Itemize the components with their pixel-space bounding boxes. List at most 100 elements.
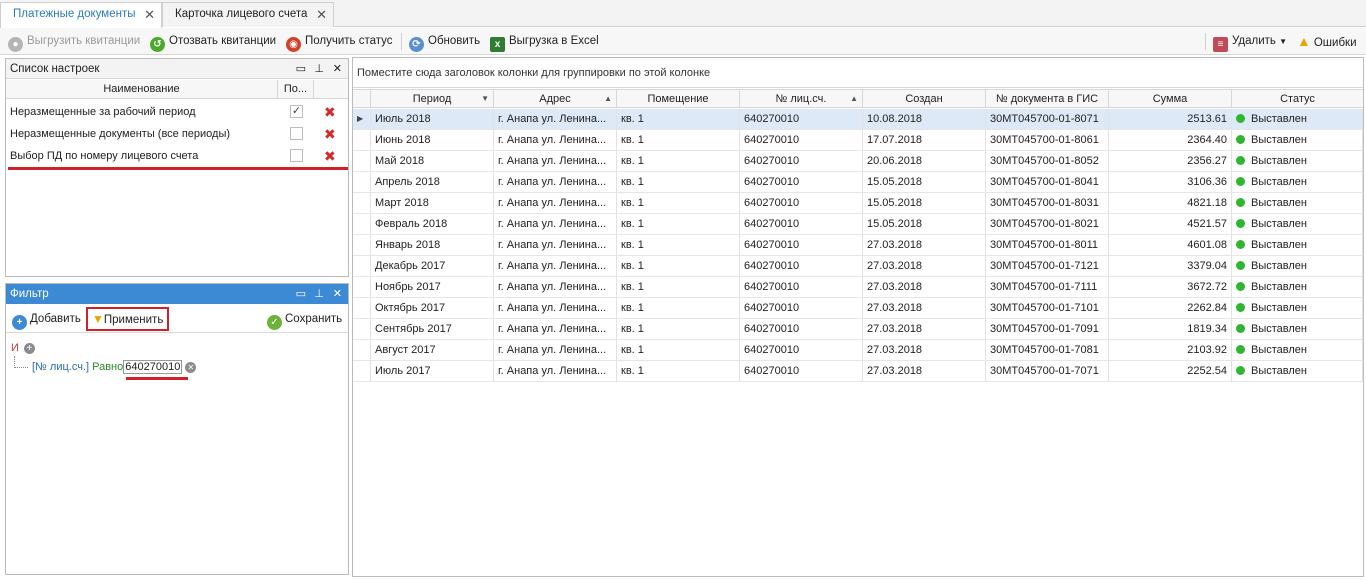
cell-created[interactable]: 27.03.2018 <box>863 361 986 381</box>
column-header-status[interactable]: Статус <box>1232 90 1363 108</box>
cell-address[interactable]: г. Анапа ул. Ленина... <box>494 298 617 318</box>
cell-gis-doc[interactable]: 30МТ045700-01-7101 <box>986 298 1109 318</box>
cell-account[interactable]: 640270010 <box>740 130 863 150</box>
cell-status[interactable]: Выставлен <box>1232 298 1363 318</box>
tab-account-card[interactable]: Карточка лицевого счета ✕ <box>162 2 334 27</box>
cell-status[interactable]: Выставлен <box>1232 172 1363 192</box>
delete-icon[interactable]: ✖ <box>324 145 336 167</box>
table-row[interactable]: Октябрь 2017 г. Анапа ул. Ленина... кв. 16… <box>353 298 1363 319</box>
table-row[interactable]: Ноябрь 2017 г. Анапа ул. Ленина... кв. 1 64… <box>353 277 1363 298</box>
cell-account[interactable]: 640270010 <box>740 256 863 276</box>
filter-field[interactable]: [№ лиц.сч.] <box>32 361 89 373</box>
column-header-account[interactable]: № лиц.сч. ▲ <box>740 90 863 108</box>
cell-account[interactable]: 640270010 <box>740 151 863 171</box>
cell-created[interactable]: 15.05.2018 <box>863 214 986 234</box>
cell-room[interactable]: кв. 1 <box>617 214 740 234</box>
filter-value[interactable]: 640270010 <box>123 360 183 374</box>
cell-status[interactable]: Выставлен <box>1232 109 1363 129</box>
setting-checkbox[interactable] <box>290 149 303 162</box>
column-header-room[interactable]: Помещение <box>617 90 740 108</box>
cell-room[interactable]: кв. 1 <box>617 340 740 360</box>
table-row[interactable]: Май 2018 г. Анапа ул. Ленина... кв. 1 64027… <box>353 151 1363 172</box>
close-icon[interactable]: ✕ <box>144 3 155 26</box>
cell-sum[interactable]: 2356.27 <box>1109 151 1232 171</box>
close-icon[interactable]: ✕ <box>316 3 327 26</box>
cell-sum[interactable]: 3379.04 <box>1109 256 1232 276</box>
cell-room[interactable]: кв. 1 <box>617 130 740 150</box>
cell-created[interactable]: 15.05.2018 <box>863 193 986 213</box>
table-row[interactable]: Февраль 2018 г. Анапа ул. Ленина... кв. 16… <box>353 214 1363 235</box>
cell-account[interactable]: 640270010 <box>740 361 863 381</box>
cell-gis-doc[interactable]: 30МТ045700-01-8031 <box>986 193 1109 213</box>
cell-gis-doc[interactable]: 30МТ045700-01-7121 <box>986 256 1109 276</box>
cell-period[interactable]: Апрель 2018 <box>371 172 494 192</box>
cell-account[interactable]: 640270010 <box>740 277 863 297</box>
table-row[interactable]: ▶ Июль 2018 г. Анапа ул. Ленина... кв. 1 640… <box>353 109 1363 130</box>
cell-room[interactable]: кв. 1 <box>617 172 740 192</box>
cell-gis-doc[interactable]: 30МТ045700-01-7081 <box>986 340 1109 360</box>
add-condition-icon[interactable]: + <box>23 343 35 354</box>
column-header-address[interactable]: Адрес ▲ <box>494 90 617 108</box>
cell-created[interactable]: 27.03.2018 <box>863 319 986 339</box>
table-row[interactable]: Январь 2018 г. Анапа ул. Ленина... кв. 1 64… <box>353 235 1363 256</box>
cell-gis-doc[interactable]: 30МТ045700-01-8021 <box>986 214 1109 234</box>
cell-address[interactable]: г. Анапа ул. Ленина... <box>494 256 617 276</box>
cell-address[interactable]: г. Анапа ул. Ленина... <box>494 340 617 360</box>
filter-group-operator[interactable]: И + <box>11 342 35 354</box>
maximize-icon[interactable]: ▭ <box>296 59 306 79</box>
maximize-icon[interactable]: ▭ <box>296 284 306 304</box>
delete-icon[interactable]: ✖ <box>324 101 336 123</box>
cell-room[interactable]: кв. 1 <box>617 235 740 255</box>
cell-created[interactable]: 27.03.2018 <box>863 340 986 360</box>
column-header-sum[interactable]: Сумма <box>1109 90 1232 108</box>
cell-status[interactable]: Выставлен <box>1232 214 1363 234</box>
cell-period[interactable]: Декабрь 2017 <box>371 256 494 276</box>
cell-account[interactable]: 640270010 <box>740 109 863 129</box>
cell-gis-doc[interactable]: 30МТ045700-01-7111 <box>986 277 1109 297</box>
pin-icon[interactable]: ⊥ <box>314 284 324 304</box>
cell-period[interactable]: Сентябрь 2017 <box>371 319 494 339</box>
filter-operator[interactable]: Равно <box>92 361 123 373</box>
cell-gis-doc[interactable]: 30МТ045700-01-7091 <box>986 319 1109 339</box>
apply-filter-button[interactable]: ▼Применить <box>86 307 170 331</box>
cell-account[interactable]: 640270010 <box>740 214 863 234</box>
cell-sum[interactable]: 2103.92 <box>1109 340 1232 360</box>
cell-account[interactable]: 640270010 <box>740 172 863 192</box>
cell-status[interactable]: Выставлен <box>1232 130 1363 150</box>
cell-sum[interactable]: 3106.36 <box>1109 172 1232 192</box>
cell-period[interactable]: Март 2018 <box>371 193 494 213</box>
tab-payment-documents[interactable]: Платежные документы ✕ <box>0 2 162 28</box>
recall-receipts-button[interactable]: ↺ Отозвать квитанции <box>150 32 276 52</box>
close-icon[interactable]: ✕ <box>333 59 342 79</box>
cell-status[interactable]: Выставлен <box>1232 319 1363 339</box>
table-row[interactable]: Сентябрь 2017 г. Анапа ул. Ленина... кв. 1… <box>353 319 1363 340</box>
column-header-gis-doc[interactable]: № документа в ГИС <box>986 90 1109 108</box>
filter-condition[interactable]: [№ лиц.сч.] Равно 640270010 ✕ <box>32 360 197 374</box>
cell-room[interactable]: кв. 1 <box>617 319 740 339</box>
cell-created[interactable]: 27.03.2018 <box>863 277 986 297</box>
cell-address[interactable]: г. Анапа ул. Ленина... <box>494 193 617 213</box>
cell-gis-doc[interactable]: 30МТ045700-01-8071 <box>986 109 1109 129</box>
cell-sum[interactable]: 4821.18 <box>1109 193 1232 213</box>
table-row[interactable]: Декабрь 2017 г. Анапа ул. Ленина... кв. 16… <box>353 256 1363 277</box>
refresh-button[interactable]: ⟳ Обновить <box>409 32 480 52</box>
cell-sum[interactable]: 2364.40 <box>1109 130 1232 150</box>
cell-room[interactable]: кв. 1 <box>617 193 740 213</box>
cell-address[interactable]: г. Анапа ул. Ленина... <box>494 361 617 381</box>
table-row[interactable]: Июнь 2018 г. Анапа ул. Ленина... кв. 1 6402… <box>353 130 1363 151</box>
cell-created[interactable]: 10.08.2018 <box>863 109 986 129</box>
remove-condition-icon[interactable]: ✕ <box>185 362 197 373</box>
cell-period[interactable]: Август 2017 <box>371 340 494 360</box>
group-panel[interactable]: Поместите сюда заголовок колонки для гру… <box>353 58 1363 88</box>
cell-status[interactable]: Выставлен <box>1232 277 1363 297</box>
cell-created[interactable]: 27.03.2018 <box>863 235 986 255</box>
column-header-name[interactable]: Наименование <box>6 80 278 99</box>
cell-gis-doc[interactable]: 30МТ045700-01-8052 <box>986 151 1109 171</box>
cell-sum[interactable]: 1819.34 <box>1109 319 1232 339</box>
cell-gis-doc[interactable]: 30МТ045700-01-8011 <box>986 235 1109 255</box>
cell-status[interactable]: Выставлен <box>1232 193 1363 213</box>
cell-sum[interactable]: 3672.72 <box>1109 277 1232 297</box>
cell-account[interactable]: 640270010 <box>740 298 863 318</box>
cell-address[interactable]: г. Анапа ул. Ленина... <box>494 235 617 255</box>
add-filter-button[interactable]: + Добавить <box>12 310 81 330</box>
